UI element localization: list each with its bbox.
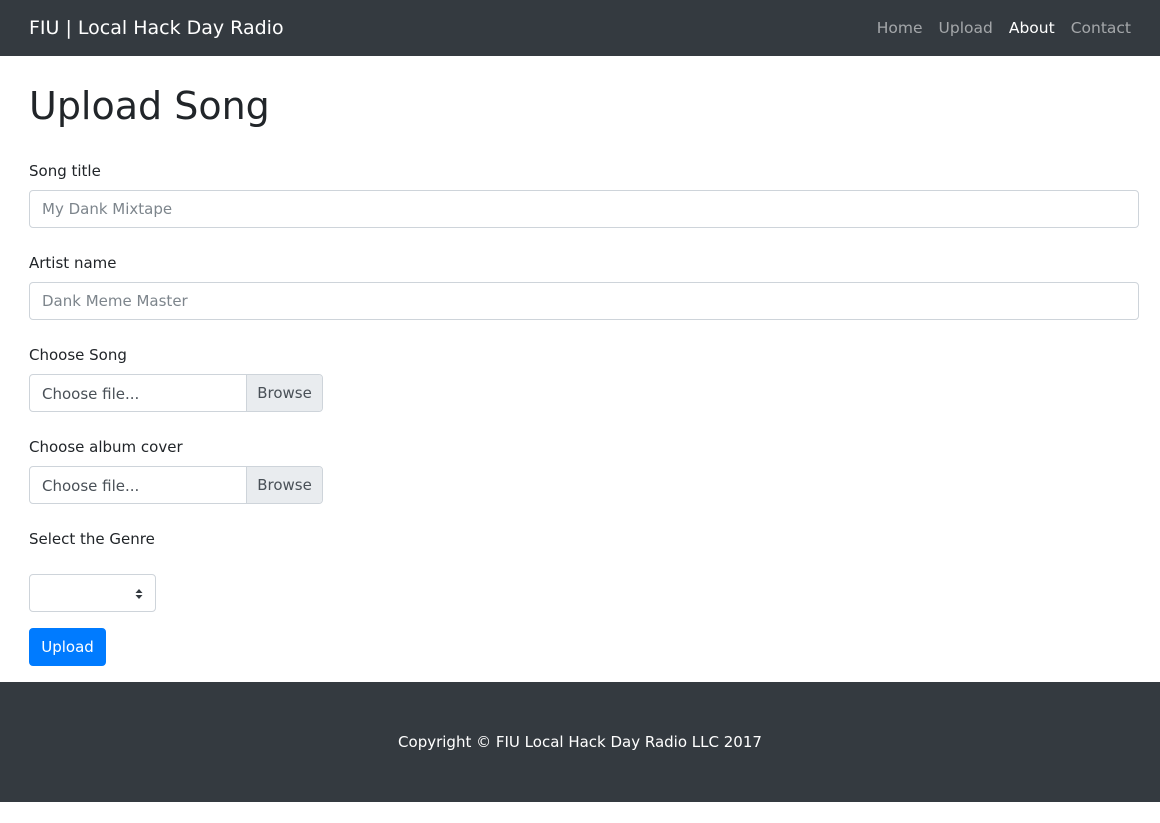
genre-select[interactable]	[29, 574, 156, 612]
select-arrows-icon	[135, 589, 143, 599]
nav-link-home[interactable]: Home	[877, 18, 923, 38]
genre-label: Select the Genre	[29, 530, 155, 548]
artist-name-input[interactable]	[29, 282, 1139, 320]
song-file-input[interactable]: Choose file... Browse	[29, 374, 323, 412]
choose-cover-label: Choose album cover	[29, 438, 183, 456]
nav-link-contact[interactable]: Contact	[1071, 18, 1131, 38]
song-title-input[interactable]	[29, 190, 1139, 228]
page-title: Upload Song	[29, 84, 270, 128]
choose-song-label: Choose Song	[29, 346, 127, 364]
navbar: FIU | Local Hack Day Radio Home Upload A…	[0, 0, 1160, 56]
cover-file-text: Choose file...	[42, 477, 140, 495]
song-browse-button[interactable]: Browse	[246, 375, 322, 411]
artist-name-label: Artist name	[29, 254, 117, 272]
footer: Copyright © FIU Local Hack Day Radio LLC…	[0, 682, 1160, 802]
nav-link-upload[interactable]: Upload	[939, 18, 993, 38]
song-title-label: Song title	[29, 162, 101, 180]
song-file-text: Choose file...	[42, 385, 140, 403]
copyright-text: Copyright © FIU Local Hack Day Radio LLC…	[398, 733, 762, 751]
cover-file-input[interactable]: Choose file... Browse	[29, 466, 323, 504]
brand-link[interactable]: FIU | Local Hack Day Radio	[29, 16, 284, 40]
upload-button[interactable]: Upload	[29, 628, 106, 666]
nav-links: Home Upload About Contact	[877, 18, 1131, 38]
cover-browse-button[interactable]: Browse	[246, 467, 322, 503]
nav-link-about[interactable]: About	[1009, 18, 1055, 38]
